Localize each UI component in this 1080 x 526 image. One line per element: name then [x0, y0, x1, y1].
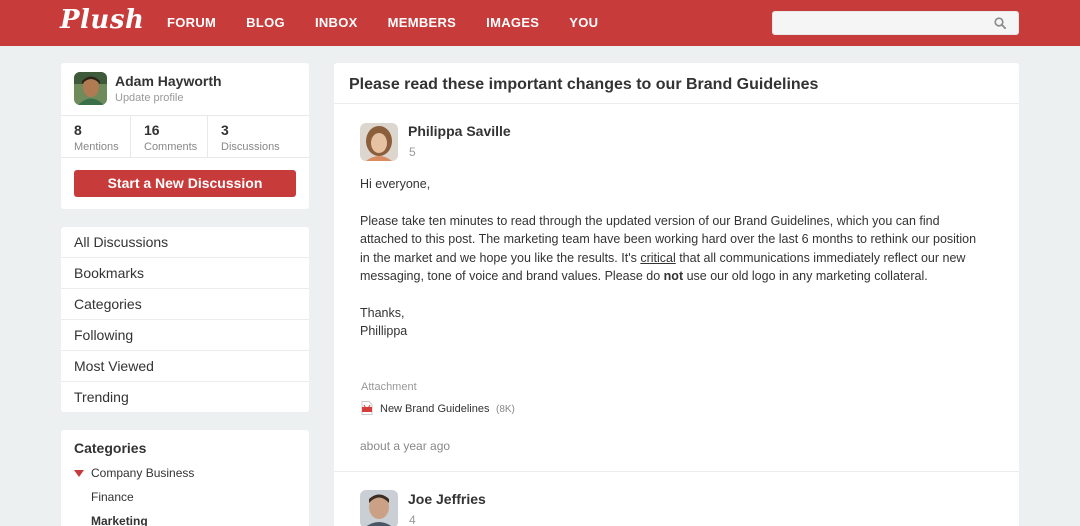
category-finance[interactable]: Finance [91, 490, 134, 504]
nav-images[interactable]: IMAGES [486, 0, 539, 46]
user-avatar[interactable] [74, 72, 107, 105]
post-author-name[interactable]: Joe Jeffries [408, 491, 486, 507]
sidebar-item-categories[interactable]: Categories [61, 289, 309, 320]
stat-discussions[interactable]: 3 Discussions [208, 116, 309, 157]
post-greeting: Hi everyone, [360, 177, 431, 191]
attachment-link[interactable]: New Brand Guidelines [380, 403, 489, 415]
profile-name[interactable]: Adam Hayworth [115, 73, 222, 89]
attachment-size: (8K) [496, 404, 515, 415]
stat-value: 16 [144, 122, 160, 138]
category-marketing[interactable]: Marketing [91, 514, 148, 526]
post-timestamp[interactable]: about a year ago [360, 439, 450, 453]
divider [334, 471, 1019, 472]
category-company-business[interactable]: Company Business [91, 466, 194, 480]
pdf-file-icon[interactable] [361, 401, 373, 415]
stat-mentions[interactable]: 8 Mentions [61, 116, 131, 157]
post-text: use our old logo in any marketing collat… [683, 269, 928, 284]
caret-down-icon[interactable] [74, 470, 84, 477]
nav-forum[interactable]: FORUM [167, 0, 216, 46]
nav-you[interactable]: YOU [569, 0, 598, 46]
divider [334, 103, 1019, 104]
logo[interactable]: Plush [60, 5, 144, 35]
post-author-count: 5 [409, 145, 416, 159]
nav-members[interactable]: MEMBERS [388, 0, 457, 46]
start-new-discussion-button[interactable]: Start a New Discussion [74, 170, 296, 197]
post-body: Hi everyone, Please take ten minutes to … [360, 175, 980, 341]
post-text-bold: not [663, 269, 684, 284]
post-author-name[interactable]: Philippa Saville [408, 123, 511, 139]
search-box [772, 11, 1019, 35]
stat-value: 3 [221, 122, 229, 138]
stat-value: 8 [74, 122, 82, 138]
post-signature: Phillippa [360, 324, 408, 339]
author-avatar[interactable] [360, 490, 398, 526]
post-paragraph: Please take ten minutes to read through … [360, 212, 980, 286]
top-nav-bar: Plush FORUM BLOG INBOX MEMBERS IMAGES YO… [0, 0, 1080, 46]
stat-label: Comments [144, 141, 198, 153]
discussion-panel: Please read these important changes to o… [334, 63, 1019, 526]
discussion-nav-list: All Discussions Bookmarks Categories Fol… [61, 227, 309, 412]
nav-inbox[interactable]: INBOX [315, 0, 358, 46]
sidebar-item-bookmarks[interactable]: Bookmarks [61, 258, 309, 289]
nav-blog[interactable]: BLOG [246, 0, 285, 46]
stat-label: Mentions [74, 141, 119, 153]
search-icon[interactable] [994, 17, 1006, 29]
sidebar-item-following[interactable]: Following [61, 320, 309, 351]
stat-label: Discussions [221, 141, 280, 153]
post-signoff: Thanks, [360, 305, 405, 320]
sidebar-item-all-discussions[interactable]: All Discussions [61, 227, 309, 258]
author-avatar[interactable] [360, 123, 398, 161]
sidebar-item-most-viewed[interactable]: Most Viewed [61, 351, 309, 382]
categories-title: Categories [74, 440, 147, 456]
search-input[interactable] [773, 12, 983, 34]
post-author-count: 4 [409, 513, 416, 526]
update-profile-link[interactable]: Update profile [115, 92, 184, 104]
discussion-title: Please read these important changes to o… [349, 76, 819, 93]
categories-card: Categories Company Business Finance Mark… [61, 430, 309, 526]
attachment-label: Attachment [361, 381, 417, 393]
post-text-emphasis: critical [640, 250, 676, 265]
profile-stats: 8 Mentions 16 Comments 3 Discussions [61, 115, 309, 158]
main-nav: FORUM BLOG INBOX MEMBERS IMAGES YOU [167, 0, 628, 46]
profile-card: Adam Hayworth Update profile 8 Mentions … [61, 63, 309, 209]
stat-comments[interactable]: 16 Comments [131, 116, 208, 157]
sidebar-item-trending[interactable]: Trending [61, 382, 309, 413]
